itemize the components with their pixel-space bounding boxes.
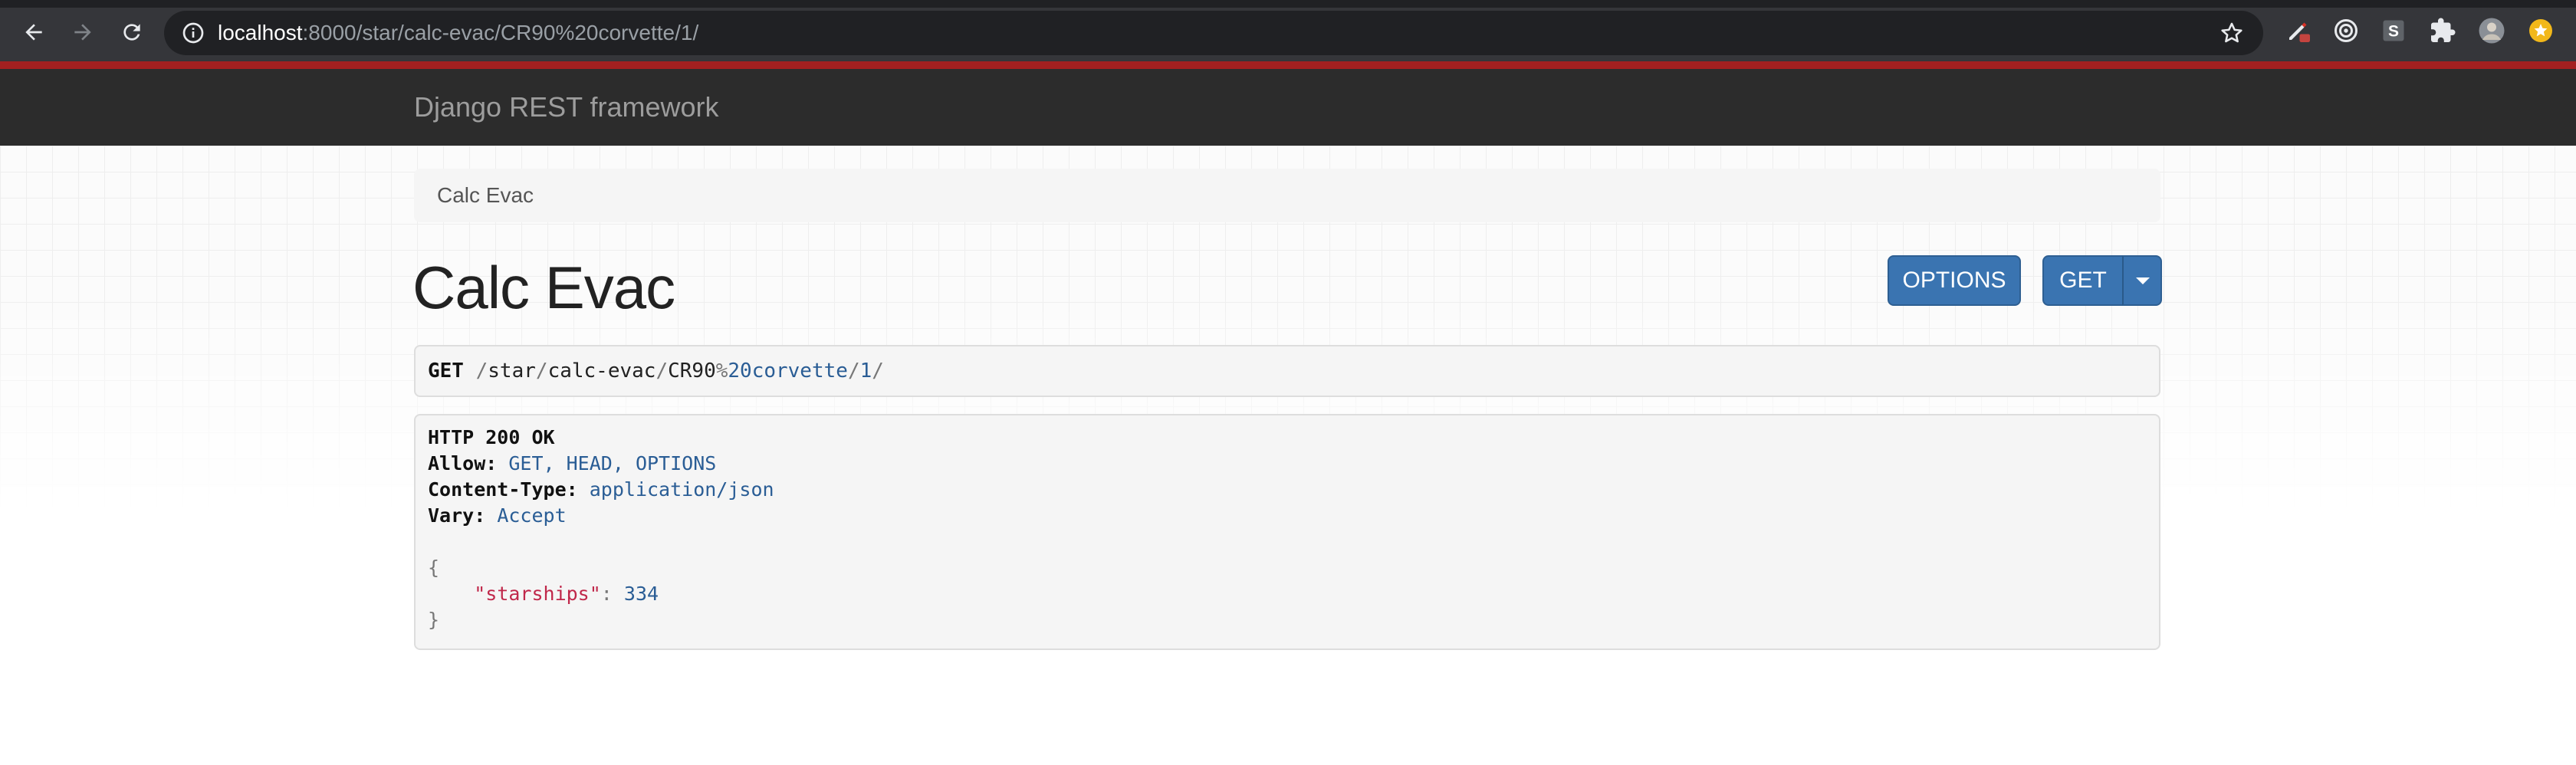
header-name: Allow:	[428, 452, 498, 474]
reload-icon	[123, 24, 140, 41]
path-slash: /	[872, 360, 884, 382]
get-format-dropdown-button[interactable]	[2122, 255, 2162, 306]
s-extension-icon: S	[2383, 20, 2404, 41]
url-text[interactable]: localhost:8000/star/calc-evac/CR90%20cor…	[218, 11, 698, 55]
path-segment: CR90	[668, 360, 716, 382]
pen-extension-icon	[2289, 22, 2310, 42]
svg-text:S: S	[2388, 23, 2399, 41]
json-close-brace: }	[428, 609, 440, 631]
coin-extension-icon	[2529, 19, 2552, 42]
extensions-button[interactable]	[2427, 15, 2458, 46]
info-icon[interactable]	[181, 21, 205, 45]
header-value: Accept	[497, 504, 567, 527]
back-icon	[25, 24, 42, 41]
response-info: HTTP 200 OK Allow: GET, HEAD, OPTIONS Co…	[414, 414, 2160, 650]
path-segment: calc-evac	[547, 360, 656, 382]
header-name: Content-Type:	[428, 478, 578, 501]
path-slash: /	[847, 360, 860, 382]
path-slash: /	[535, 360, 548, 382]
path-slash: /	[475, 360, 488, 382]
options-button[interactable]: OPTIONS	[1888, 255, 2021, 306]
request-info: GET /star/calc-evac/CR90%20corvette/1/	[414, 345, 2160, 397]
brand-link[interactable]: Django REST framework	[414, 69, 718, 146]
path-slash: /	[656, 360, 669, 382]
page-title: Calc Evac	[412, 254, 675, 321]
request-method: GET	[428, 360, 464, 382]
tab-strip-edge	[0, 0, 2576, 8]
target-extension[interactable]	[2331, 15, 2361, 46]
url-path: :8000/star/calc-evac/CR90%20corvette/1/	[302, 21, 699, 44]
path-segment: star	[488, 360, 536, 382]
browser-toolbar: localhost:8000/star/calc-evac/CR90%20cor…	[0, 0, 2576, 61]
header-value: application/json	[589, 478, 774, 501]
path-segment: 20corvette	[728, 360, 848, 382]
json-key: "starships"	[474, 583, 601, 605]
back-button[interactable]	[15, 14, 52, 51]
accent-line	[0, 61, 2576, 69]
get-button[interactable]: GET	[2042, 255, 2124, 306]
json-open-brace: {	[428, 557, 440, 579]
header-name: Vary:	[428, 504, 486, 527]
address-bar[interactable]: localhost:8000/star/calc-evac/CR90%20cor…	[164, 11, 2263, 55]
avatar	[2479, 18, 2505, 44]
coin-extension[interactable]	[2525, 15, 2556, 46]
forward-icon	[74, 24, 91, 41]
breadcrumb: Calc Evac	[414, 169, 2160, 222]
header-value: GET, HEAD, OPTIONS	[508, 452, 717, 474]
breadcrumb-item[interactable]: Calc Evac	[437, 169, 534, 222]
url-host: localhost	[218, 21, 303, 44]
caret-down-icon	[2136, 277, 2150, 284]
profile-button[interactable]	[2476, 15, 2507, 46]
reload-button[interactable]	[113, 14, 150, 51]
path-percent: %	[715, 360, 728, 382]
response-status: HTTP 200 OK	[428, 426, 555, 448]
navbar: Django REST framework	[0, 69, 2576, 146]
json-colon: :	[600, 583, 613, 605]
s-extension[interactable]: S	[2378, 15, 2409, 46]
star-icon[interactable]	[2219, 20, 2245, 46]
puzzle-extension-icon	[2431, 18, 2456, 42]
forward-button[interactable]	[64, 14, 101, 51]
json-value: 334	[623, 583, 659, 605]
target-extension-icon	[2334, 19, 2358, 42]
pen-extension[interactable]	[2283, 15, 2314, 46]
path-segment: 1	[859, 360, 872, 382]
